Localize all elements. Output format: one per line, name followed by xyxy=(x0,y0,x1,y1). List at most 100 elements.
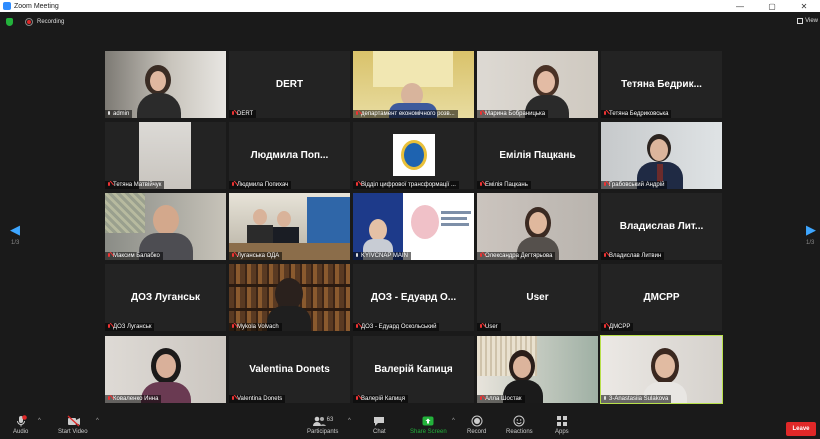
participant-name-label: департамент економічного розв... xyxy=(353,110,458,118)
meeting-topbar: Recording View xyxy=(0,12,820,32)
participant-display-name: Valentina Donets xyxy=(249,364,330,375)
window-title: Zoom Meeting xyxy=(14,2,59,10)
participant-tile[interactable]: admin xyxy=(105,51,226,118)
video-options-caret-icon[interactable]: ^ xyxy=(96,418,99,424)
recording-icon xyxy=(25,18,33,26)
microphone-muted-icon xyxy=(355,111,359,117)
participant-display-name: Людмила Поп... xyxy=(250,150,329,161)
participants-label: Participants xyxy=(307,429,339,435)
microphone-muted-icon xyxy=(479,396,483,402)
participant-name: Людмила Попихач xyxy=(237,182,289,188)
view-button[interactable]: View xyxy=(797,18,818,24)
participant-name: KYIVCNAP MAIN xyxy=(361,253,408,259)
participant-tile[interactable]: Відділ цифрової трансформації ... xyxy=(353,122,474,189)
participant-tile[interactable]: Valentina Donets Valentina Donets xyxy=(229,336,350,403)
participant-tile[interactable]: ДМСРР ДМСРР xyxy=(601,264,722,331)
apps-icon xyxy=(556,415,568,427)
participant-name-label: Максим Балабко xyxy=(105,252,163,260)
microphone-muted-icon xyxy=(231,182,235,188)
microphone-muted-icon xyxy=(603,253,607,259)
microphone-icon xyxy=(15,415,27,427)
participant-display-name: DERT xyxy=(275,79,304,90)
participant-name-label: Тетяна Бедриковська xyxy=(601,110,672,118)
participant-tile[interactable]: ДОЗ - Едуард О... ДОЗ - Едуард Оскольськи… xyxy=(353,264,474,331)
close-button[interactable]: ✕ xyxy=(788,2,820,11)
microphone-muted-icon xyxy=(107,396,111,402)
audio-options-caret-icon[interactable]: ^ xyxy=(38,418,41,424)
participant-tile[interactable]: Максим Балабко xyxy=(105,193,226,260)
participants-button[interactable]: 63 Participants xyxy=(307,415,338,435)
microphone-muted-icon xyxy=(231,396,235,402)
participant-tile[interactable]: Коваленко Инна xyxy=(105,336,226,403)
participant-tile[interactable]: User User xyxy=(477,264,598,331)
participant-name-label: Валерій Капиця xyxy=(353,395,408,403)
participant-name: ДМСРР xyxy=(609,324,631,330)
participant-tile[interactable]: Емілія Пацкань Емілія Пацкань xyxy=(477,122,598,189)
participant-name: Коваленко Инна xyxy=(113,396,159,402)
record-button[interactable]: Record xyxy=(467,415,486,435)
participant-tile[interactable]: Владислав Лит... Владислав Литвин xyxy=(601,193,722,260)
participant-tile[interactable]: Людмила Поп... Людмила Попихач xyxy=(229,122,350,189)
participant-tile[interactable]: KYIVCNAP MAIN xyxy=(353,193,474,260)
apps-button[interactable]: Apps xyxy=(555,415,569,435)
participant-tile[interactable]: DERT DERT xyxy=(229,51,350,118)
participant-tile[interactable]: Тетяна Бедрик... Тетяна Бедриковська xyxy=(601,51,722,118)
participant-tile[interactable]: ДОЗ Луганськ ДОЗ Луганськ xyxy=(105,264,226,331)
participant-name: User xyxy=(485,324,498,330)
participant-tile[interactable]: Mykola Volvach xyxy=(229,264,350,331)
participant-name: Емілія Пацкань xyxy=(485,182,528,188)
participant-name-label: ДОЗ - Едуард Оскольський xyxy=(353,323,440,331)
participant-name-label: Емілія Пацкань xyxy=(477,181,531,189)
microphone-muted-icon xyxy=(107,182,111,188)
participant-name-label: Тетяна Матвійчук xyxy=(105,181,165,189)
participant-name-label: DERT xyxy=(229,110,257,118)
participant-display-name: Владислав Лит... xyxy=(619,221,704,232)
reactions-smiley-icon xyxy=(513,415,525,427)
reactions-button[interactable]: Reactions xyxy=(506,415,533,435)
participant-tile[interactable]: Грабовський Андрій xyxy=(601,122,722,189)
grid-view-icon xyxy=(797,18,804,24)
participant-name: ДОЗ Луганськ xyxy=(113,324,152,330)
apps-label: Apps xyxy=(555,429,569,435)
participant-tile[interactable]: Алла Шостак xyxy=(477,336,598,403)
participant-tile[interactable]: департамент економічного розв... xyxy=(353,51,474,118)
share-screen-button[interactable]: Share Screen xyxy=(410,415,447,435)
participant-name: Валерій Капиця xyxy=(361,396,405,402)
participant-name: Тетяна Бедриковська xyxy=(609,111,669,117)
microphone-muted-icon xyxy=(603,182,607,188)
record-icon xyxy=(471,415,483,427)
maximize-button[interactable]: ▢ xyxy=(756,2,788,11)
participant-name: Алла Шостак xyxy=(485,396,522,402)
participant-tile[interactable]: 3-Anastasiia Sulakova xyxy=(600,335,723,404)
participant-name-label: KYIVCNAP MAIN xyxy=(353,252,411,260)
participant-name-label: Mykola Volvach xyxy=(229,323,282,331)
leave-button[interactable]: Leave xyxy=(786,422,816,436)
participant-name-label: Марина Бобраницька xyxy=(477,110,549,118)
participant-name-label: ДМСРР xyxy=(601,323,634,331)
participant-display-name: Емілія Пацкань xyxy=(499,150,576,161)
microphone-muted-icon xyxy=(479,324,483,330)
security-shield-icon[interactable] xyxy=(6,18,13,26)
audio-button[interactable]: Audio xyxy=(13,415,28,435)
participant-tile[interactable]: Олександра Дегтярьова xyxy=(477,193,598,260)
next-page-arrow[interactable]: ▶ xyxy=(806,222,816,238)
share-options-caret-icon[interactable]: ^ xyxy=(452,418,455,424)
participant-name-label: Людмила Попихач xyxy=(229,181,292,189)
record-label: Record xyxy=(467,429,487,435)
video-camera-off-icon xyxy=(67,415,80,427)
participant-tile[interactable]: Валерій Капиця Валерій Капиця xyxy=(353,336,474,403)
chat-button[interactable]: Chat xyxy=(373,415,386,435)
chat-label: Chat xyxy=(373,429,386,435)
prev-page-arrow[interactable]: ◀ xyxy=(10,222,20,238)
participants-caret-icon[interactable]: ^ xyxy=(348,418,351,424)
participant-tile[interactable]: Луганська ОДА xyxy=(229,193,350,260)
start-video-button[interactable]: Start Video xyxy=(58,415,88,435)
audio-label: Audio xyxy=(13,429,29,435)
participant-tile[interactable]: Тетяна Матвійчук xyxy=(105,122,226,189)
gallery-grid: admin DERT DERT департамент економічного ро… xyxy=(105,51,724,405)
participant-name: Відділ цифрової трансформації ... xyxy=(361,182,456,188)
minimize-button[interactable]: — xyxy=(724,2,756,11)
participant-tile[interactable]: Марина Бобраницька xyxy=(477,51,598,118)
meeting-toolbar: Audio ^ Start Video ^ 63 Participants ^ … xyxy=(0,413,820,439)
participant-name: Луганська ОДА xyxy=(237,253,280,259)
